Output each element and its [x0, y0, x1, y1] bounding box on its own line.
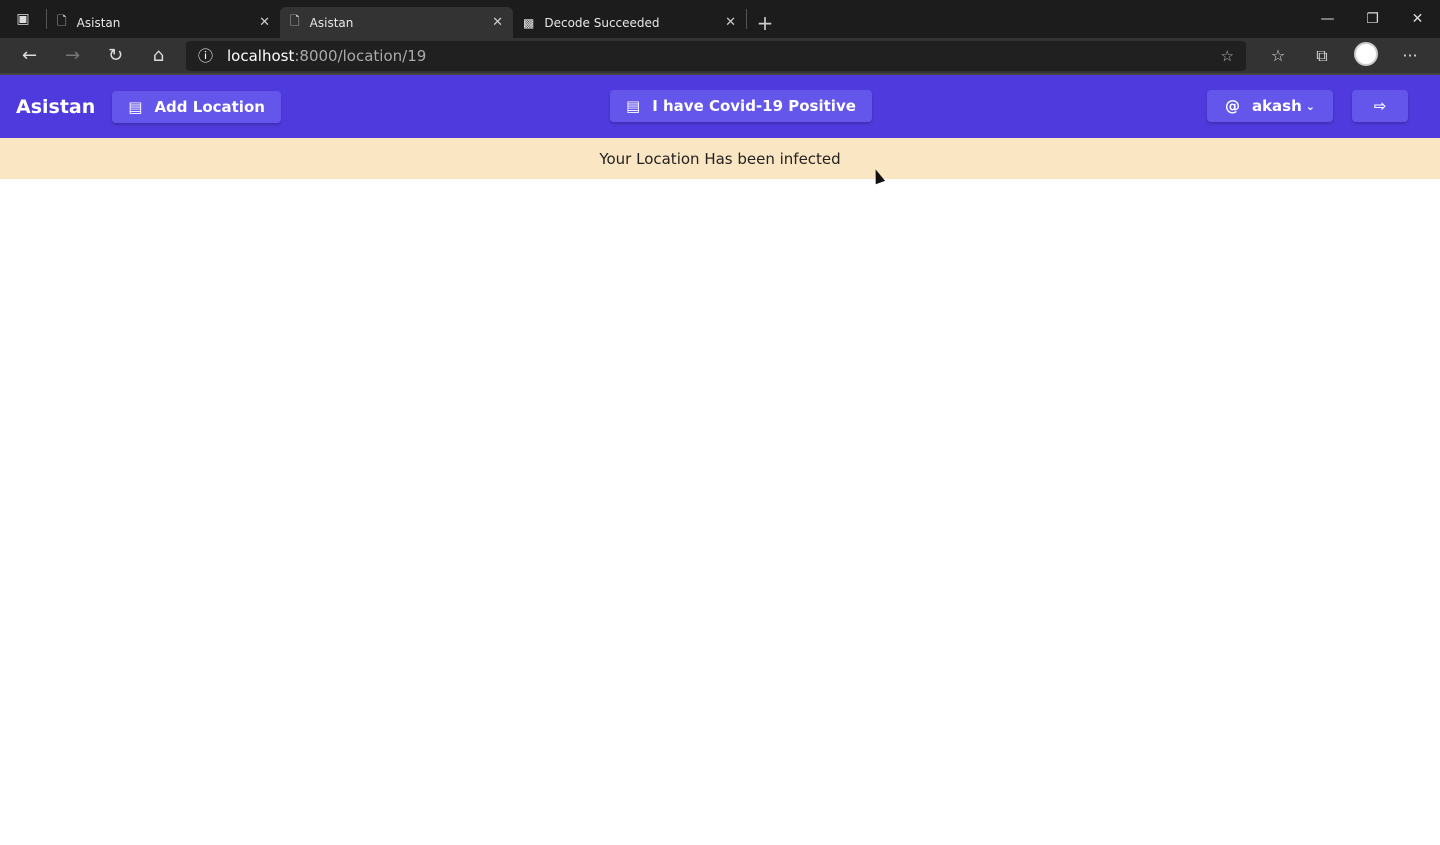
app-header: Asistan ▤ Add Location ▤ I have Covid-19 P…	[0, 75, 1440, 138]
alert-message: Your Location Has been infected	[599, 149, 841, 168]
close-tab-icon[interactable]: ✕	[259, 15, 270, 30]
address-bar-row: ← → ↻ ⌂ ⓘ localhost:8000/location/19 ☆ ☆…	[0, 38, 1440, 75]
page-icon: 🗋	[57, 14, 67, 28]
collections-icon[interactable]: ⧉	[1300, 46, 1344, 66]
infection-alert: Your Location Has been infected	[0, 138, 1440, 179]
info-icon: ⓘ	[198, 47, 214, 65]
message-icon: ▤	[626, 97, 641, 115]
more-icon[interactable]: ···	[1388, 46, 1432, 65]
new-tab-button[interactable]: +	[747, 7, 783, 38]
back-icon[interactable]: ←	[8, 45, 51, 66]
favicon-icon: ▩	[523, 15, 535, 30]
tab-decode-succeeded[interactable]: ▩ Decode Succeeded ✕	[513, 7, 746, 38]
home-icon[interactable]: ⌂	[137, 45, 180, 66]
brand[interactable]: Asistan	[16, 96, 95, 118]
add-favorite-icon[interactable]: ☆	[1221, 47, 1234, 65]
profile-avatar[interactable]	[1344, 41, 1388, 70]
restore-icon[interactable]: ❐	[1350, 0, 1395, 38]
page-icon: 🗋	[290, 14, 300, 28]
forward-icon[interactable]: →	[51, 45, 94, 66]
tab-actions-icon[interactable]: ▣	[0, 0, 46, 38]
add-location-button[interactable]: ▤ Add Location	[112, 90, 281, 123]
close-tab-icon[interactable]: ✕	[492, 15, 503, 30]
logout-icon: ⇨	[1373, 97, 1387, 115]
close-window-icon[interactable]: ✕	[1395, 0, 1440, 38]
user-menu-button[interactable]: @ akash ⌄	[1206, 90, 1333, 122]
message-icon: ▤	[128, 97, 143, 116]
at-icon: @	[1224, 97, 1240, 115]
tab-bar: ▣ 🗋 Asistan ✕ 🗋 Asistan ✕ ▩ Decode Succeeded ✕…	[0, 0, 1440, 38]
url-input[interactable]: ⓘ localhost:8000/location/19 ☆	[186, 40, 1246, 71]
refresh-icon[interactable]: ↻	[94, 45, 137, 66]
logout-button[interactable]: ⇨	[1352, 90, 1408, 122]
minimize-icon[interactable]: —	[1305, 0, 1350, 38]
tab-asistan-1[interactable]: 🗋 Asistan ✕	[47, 7, 280, 38]
covid-positive-button[interactable]: ▤ I have Covid-19 Positive	[610, 90, 872, 122]
tab-asistan-2[interactable]: 🗋 Asistan ✕	[280, 7, 513, 38]
chevron-down-icon: ⌄	[1305, 99, 1315, 113]
close-tab-icon[interactable]: ✕	[725, 15, 736, 30]
favorites-icon[interactable]: ☆	[1256, 46, 1300, 65]
